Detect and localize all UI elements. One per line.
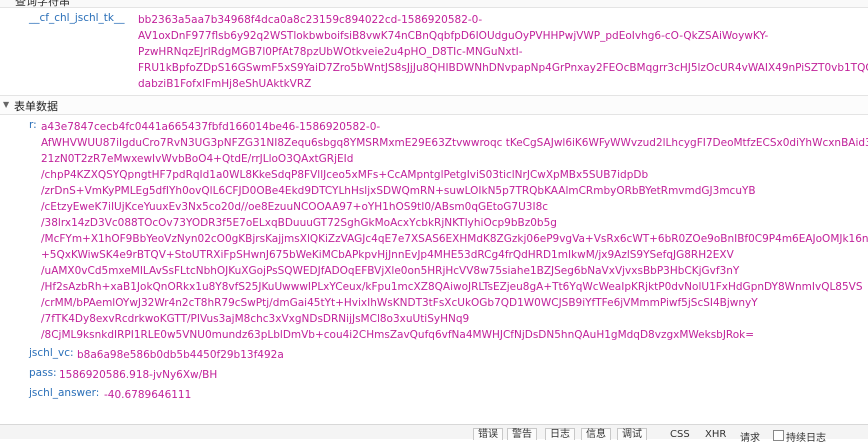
- form-data-section-header[interactable]: ▼ 表单数据: [0, 95, 868, 115]
- form-data-title: 表单数据: [14, 100, 58, 113]
- param-value-line: bb2363a5aa7b34968f4dca0a8c23159c894022cd…: [138, 14, 483, 26]
- param-value-line: PzwHRNqzEJrlRdgMGB7l0PfAt78pzUbWOtkveie2…: [138, 46, 523, 58]
- field-value-line: +5QxKWiwSK4e9rBTQV+StoUTRXiFpSHwnJ675bWe…: [41, 249, 734, 261]
- field-value-pass: 1586920586.918-jvNy6Xw/BH: [59, 369, 218, 381]
- filter-info-button[interactable]: 信息: [581, 428, 611, 440]
- query-string-title: 查询字符串: [15, 0, 70, 8]
- field-value-line: /8CjML9ksnkdIRPI1RLE0w5VNU0mundz63pLblDm…: [41, 329, 755, 341]
- persist-logs-label: 持续日志: [786, 433, 826, 444]
- collapse-triangle-icon[interactable]: ▼: [3, 100, 9, 109]
- field-value-line: /chpP4KZXQSYQpngtHF7pdRqId1a0WL8KkeSdqP8…: [41, 169, 649, 181]
- filter-requests-toggle[interactable]: 请求: [740, 429, 760, 444]
- filter-warnings-button[interactable]: 警告: [507, 428, 537, 440]
- filter-css-toggle[interactable]: CSS: [670, 429, 690, 440]
- field-value-line: /38lrx14zD3Vc088TOcOv73YODR3f5E7oELxqBDu…: [41, 217, 557, 229]
- console-filter-toolbar: 错误 警告 日志 信息 调试 CSS XHR 请求 持续日志: [0, 424, 868, 444]
- field-value-line: /Hf2sAzbRh+xaB1JokQnORkx1u8Y8vfS25JKuUww…: [41, 281, 863, 293]
- field-value-line: /crMM/bPAemlOYwJ32Wr4n2cT8hR79cSwPtj/dmG…: [41, 297, 758, 309]
- field-value-line: 21zN0T2zR7eMwxewIvWvbBoO4+QtdE/rrJLloO3Q…: [41, 153, 354, 165]
- field-value-line: /McFYm+X1hOF9BbYeoVzNyn02cO0gKBjrsKajjms…: [41, 233, 868, 245]
- param-value-line: dabziB1FofxlFmHj8eShUAktkVRZ: [138, 78, 312, 90]
- filter-errors-button[interactable]: 错误: [473, 428, 503, 440]
- field-value-line: /7fTK4Dy8exvRcdrkwoKGTT/PIVus3ajM8chc3xV…: [41, 313, 470, 325]
- field-value-jschl-vc: b8a6a98e586b0db5b4450f29b13f492a: [77, 349, 284, 361]
- field-value-line: /zrDnS+VmKyPMLEg5dfIYh0ovQlL6CFJD0OBe4Ek…: [41, 185, 756, 197]
- param-value-line: AV1oxDnF977flsb6y92q2WSTlokbwboifsiB8vwK…: [138, 30, 769, 42]
- field-value-line: a43e7847cecb4fc0441a665437fbfd166014be46…: [41, 121, 381, 133]
- query-string-section-header[interactable]: 查询字符串: [0, 0, 868, 8]
- field-value-line: /cEtzyEweK7iIUjKceYuuxEv3Nx5co20d//oe8Ez…: [41, 201, 549, 213]
- field-value-jschl-answer: -40.6789646111: [104, 389, 192, 401]
- filter-logs-button[interactable]: 日志: [545, 428, 575, 440]
- field-value-line: AfWHVWUU87iIgduCro7RvN3UG3pNFZG31NI8Zequ…: [41, 137, 868, 149]
- filter-xhr-toggle[interactable]: XHR: [705, 429, 726, 440]
- filter-debug-button[interactable]: 调试: [617, 428, 647, 440]
- field-value-line: /uAMX0vCd5mxeMILAvSsFLtcNbhOJKuXGojPsSQW…: [41, 265, 740, 277]
- param-value-line: FRU1kBpfoZDpS16GSwmF5xS9YaiD7Zro5bWntJS8…: [138, 62, 868, 74]
